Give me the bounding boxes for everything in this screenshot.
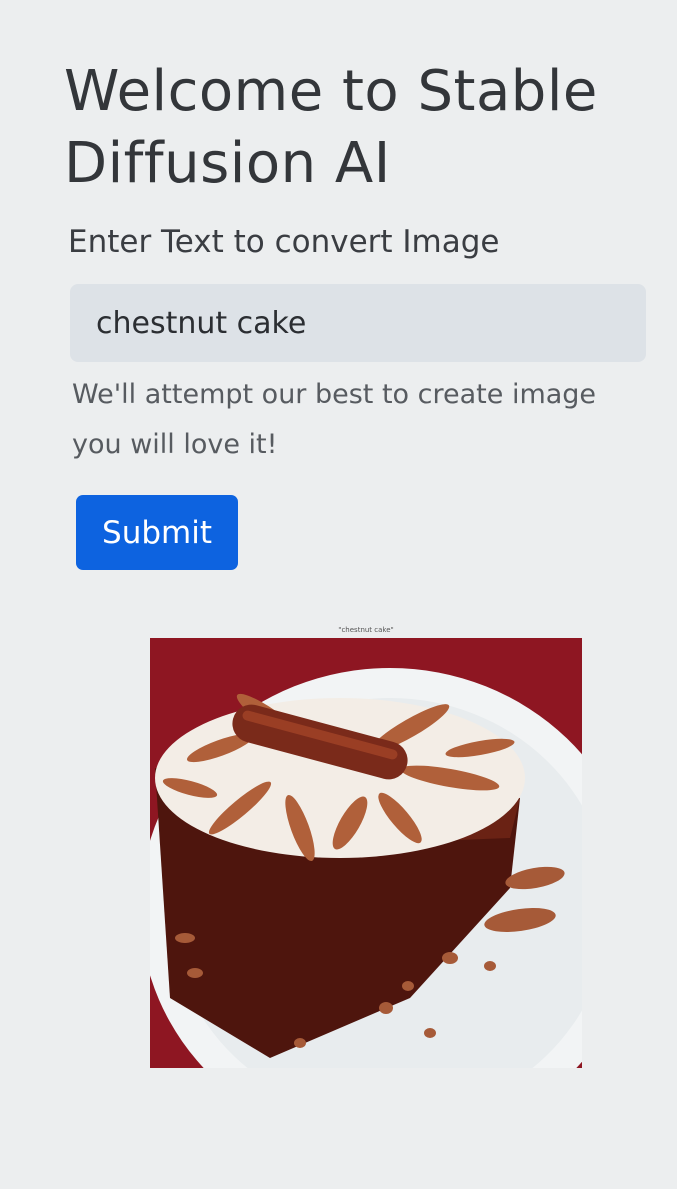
submit-button[interactable]: Submit xyxy=(76,495,238,570)
page: Welcome to Stable Diffusion AI Enter Tex… xyxy=(0,0,677,1189)
generated-image xyxy=(150,638,582,1068)
page-title: Welcome to Stable Diffusion AI xyxy=(64,59,598,196)
prompt-input[interactable] xyxy=(70,284,646,362)
image-caption: "chestnut cake" xyxy=(338,626,394,634)
prompt-label: Enter Text to convert Image xyxy=(68,224,500,260)
help-text: We'll attempt our best to create image y… xyxy=(72,379,597,460)
cake-illustration xyxy=(150,638,582,1068)
